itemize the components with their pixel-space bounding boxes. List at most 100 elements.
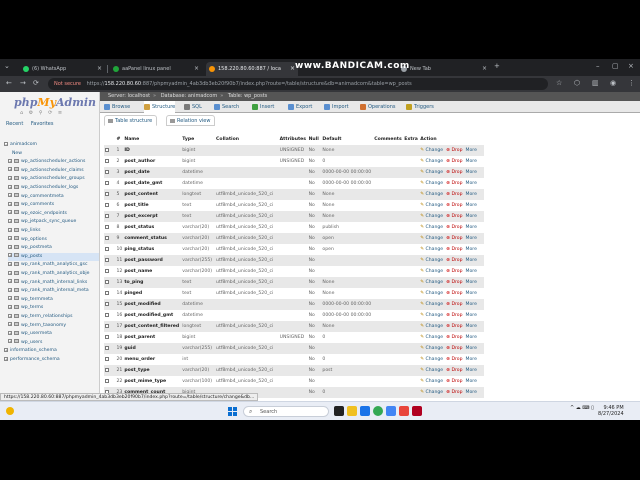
column-name[interactable]: post_status [123,222,182,233]
change-action[interactable]: ✎ Change [420,379,443,384]
checkbox[interactable] [105,279,109,284]
column-name[interactable]: post_name [123,266,182,277]
checkbox[interactable] [105,356,109,361]
breadcrumb-table[interactable]: Table: wp_posts [228,93,267,99]
column-name[interactable]: pinged [123,288,182,299]
checkbox[interactable] [105,180,109,185]
expand-icon[interactable]: + [8,304,12,309]
more-action[interactable]: More [466,324,477,329]
row-checkbox[interactable] [104,266,116,277]
expand-icon[interactable]: + [8,184,12,189]
expand-icon[interactable]: + [8,158,12,163]
column-name[interactable]: guid [123,343,182,354]
menu-import[interactable]: Import [324,101,349,113]
change-action[interactable]: ✎ Change [420,225,443,230]
column-name[interactable]: ping_status [123,244,182,255]
checkbox[interactable] [105,323,109,328]
column-name[interactable]: post_modified_gmt [123,310,182,321]
menu-sql[interactable]: SQL [184,101,202,113]
taskbar-search-input[interactable]: ⌕ Search [243,406,329,417]
drop-action[interactable]: ⊗ Drop [446,192,462,197]
more-action[interactable]: More [466,170,477,175]
column-name[interactable]: post_parent [123,332,182,343]
expand-icon[interactable]: + [8,313,12,318]
change-action[interactable]: ✎ Change [420,335,443,340]
more-action[interactable]: More [466,236,477,241]
change-action[interactable]: ✎ Change [420,313,443,318]
table-node[interactable]: + wp_commentmeta [8,193,64,202]
drop-action[interactable]: ⊗ Drop [446,302,462,307]
close-icon[interactable]: × [194,62,199,76]
expand-icon[interactable]: + [8,322,12,327]
clock[interactable]: 9:46 PM 8/27/2024 [598,405,624,417]
bookmark-star-icon[interactable]: ☆ [556,79,562,87]
more-action[interactable]: More [466,192,477,197]
row-checkbox[interactable] [104,222,116,233]
column-name[interactable]: post_excerpt [123,211,182,222]
checkbox[interactable] [105,312,109,317]
more-action[interactable]: More [466,247,477,252]
change-action[interactable]: ✎ Change [420,346,443,351]
relation-view-tab[interactable]: Relation view [166,115,216,126]
row-checkbox[interactable] [104,288,116,299]
change-action[interactable]: ✎ Change [420,148,443,153]
checkbox[interactable] [105,202,109,207]
column-name[interactable]: post_date_gmt [123,178,182,189]
drop-action[interactable]: ⊗ Drop [446,335,462,340]
drop-action[interactable]: ⊗ Drop [446,346,462,351]
column-name[interactable]: menu_order [123,354,182,365]
row-checkbox[interactable] [104,299,116,310]
more-action[interactable]: More [466,368,477,373]
windows-start-icon[interactable] [228,407,237,416]
drop-action[interactable]: ⊗ Drop [446,159,462,164]
new-tab-plus-icon[interactable]: + [494,62,500,70]
checkbox[interactable] [105,268,109,273]
row-checkbox[interactable] [104,233,116,244]
table-node[interactable]: + wp_rank_math_analytics_obje [8,270,90,279]
drop-action[interactable]: ⊗ Drop [446,236,462,241]
table-node[interactable]: + wp_comments [8,201,54,210]
checkbox[interactable] [105,213,109,218]
table-node[interactable]: + wp_usermeta [8,330,52,339]
more-action[interactable]: More [466,291,477,296]
change-action[interactable]: ✎ Change [420,203,443,208]
row-checkbox[interactable] [104,277,116,288]
edge-icon[interactable] [360,406,370,416]
maximize-icon[interactable]: ▢ [612,62,619,70]
expand-icon[interactable]: + [8,193,12,198]
row-checkbox[interactable] [104,376,116,387]
column-name[interactable]: post_password [123,255,182,266]
more-action[interactable]: More [466,313,477,318]
more-action[interactable]: More [466,203,477,208]
drop-action[interactable]: ⊗ Drop [446,247,462,252]
change-action[interactable]: ✎ Change [420,192,443,197]
column-name[interactable]: to_ping [123,277,182,288]
column-name[interactable]: post_modified [123,299,182,310]
minimize-icon[interactable]: – [596,62,600,70]
table-structure-tab[interactable]: Table structure [104,115,158,126]
column-name[interactable]: comment_status [123,233,182,244]
change-action[interactable]: ✎ Change [420,368,443,373]
checkbox[interactable] [105,301,109,306]
task-view-icon[interactable] [334,406,344,416]
close-icon[interactable]: × [482,62,487,76]
change-action[interactable]: ✎ Change [420,324,443,329]
more-action[interactable]: More [466,148,477,153]
tab-search-icon[interactable]: ⌄ [4,62,10,70]
expand-icon[interactable]: + [8,175,12,180]
table-node[interactable]: + wp_postmeta [8,244,52,253]
table-node[interactable]: + wp_actionscheduler_claims [8,167,84,176]
more-action[interactable]: More [466,357,477,362]
drop-action[interactable]: ⊗ Drop [446,225,462,230]
tab-whatsapp[interactable]: (6) WhatsApp × [20,62,105,76]
table-node[interactable]: + wp_actionscheduler_logs [8,184,78,193]
checkbox[interactable] [105,147,109,152]
system-tray[interactable]: ^ ☁ ⌨ ▯ [570,405,594,411]
row-checkbox[interactable] [104,343,116,354]
more-action[interactable]: More [466,379,477,384]
column-name[interactable]: post_type [123,365,182,376]
change-action[interactable]: ✎ Change [420,159,443,164]
drop-action[interactable]: ⊗ Drop [446,269,462,274]
expand-icon[interactable]: + [4,347,8,352]
drop-action[interactable]: ⊗ Drop [446,214,462,219]
